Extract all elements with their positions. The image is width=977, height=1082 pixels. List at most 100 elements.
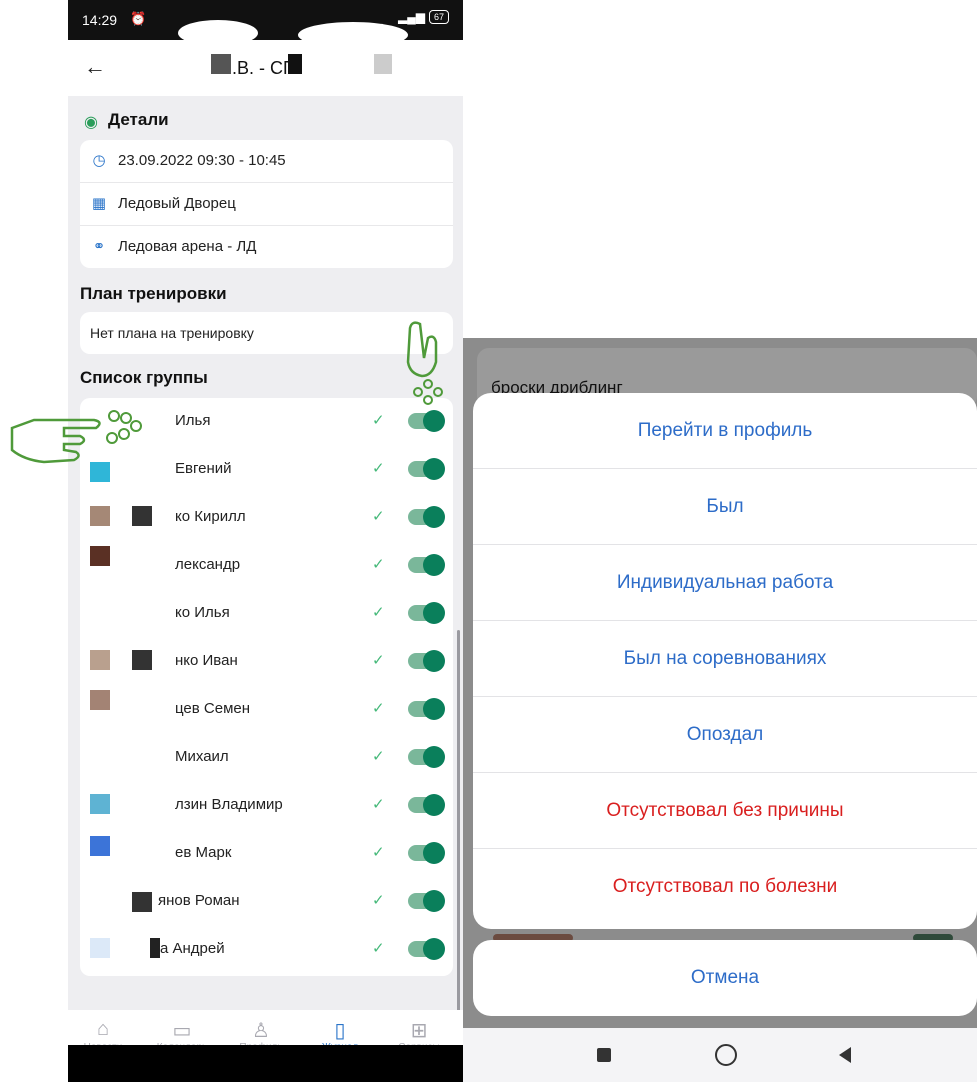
presence-toggle[interactable] bbox=[408, 698, 445, 720]
eye-icon: ◉ bbox=[84, 114, 98, 131]
presence-toggle[interactable] bbox=[408, 890, 445, 912]
left-phone-screen: 14:29 ⏰ ▂▄▆ 67 ← .В. - СП ◉ Детали ◷ 23.… bbox=[68, 0, 463, 1082]
check-icon: ✓ bbox=[372, 604, 385, 621]
redaction bbox=[150, 938, 160, 958]
link-icon: ⚭ bbox=[92, 238, 106, 255]
check-icon: ✓ bbox=[372, 796, 385, 813]
member-name: цев Семен bbox=[175, 700, 251, 717]
details-row-venue: ▦ Ледовый Дворец bbox=[80, 183, 453, 226]
check-icon: ✓ bbox=[372, 892, 385, 909]
presence-toggle[interactable] bbox=[408, 794, 445, 816]
member-row[interactable]: янов Роман ✓ bbox=[80, 878, 453, 926]
presence-toggle[interactable] bbox=[408, 458, 445, 480]
app-bar: ← .В. - СП bbox=[68, 40, 463, 96]
redaction bbox=[288, 54, 302, 74]
redaction bbox=[132, 650, 152, 670]
details-row-time: ◷ 23.09.2022 09:30 - 10:45 bbox=[80, 140, 453, 183]
right-phone-screen: броски дриблинг Перейти в профиль Был Ин… bbox=[463, 338, 977, 1082]
back-triangle-icon[interactable] bbox=[839, 1047, 851, 1063]
cancel-button[interactable]: Отмена bbox=[473, 940, 977, 1016]
status-bar: 14:29 ⏰ ▂▄▆ 67 bbox=[68, 0, 463, 48]
avatar bbox=[90, 690, 110, 710]
details-title: Детали bbox=[108, 110, 169, 129]
member-name: Илья bbox=[175, 412, 211, 429]
member-name: Михаил bbox=[175, 748, 229, 765]
member-row[interactable]: цев Семен ✓ bbox=[80, 686, 453, 734]
system-navigation-bar bbox=[463, 1028, 977, 1082]
action-individual-work[interactable]: Индивидуальная работа bbox=[473, 545, 977, 621]
scrollbar[interactable] bbox=[457, 630, 460, 1020]
back-arrow-icon[interactable]: ← bbox=[84, 54, 106, 80]
journal-icon: ▯ bbox=[334, 1020, 346, 1042]
action-sheet: Перейти в профиль Был Индивидуальная раб… bbox=[473, 393, 977, 929]
presence-toggle[interactable] bbox=[408, 746, 445, 768]
presence-toggle[interactable] bbox=[408, 410, 445, 432]
action-absent-no-reason[interactable]: Отсутствовал без причины bbox=[473, 773, 977, 849]
avatar bbox=[90, 836, 110, 856]
profile-icon: ♙ bbox=[252, 1020, 270, 1042]
member-name: лзин Владимир bbox=[175, 796, 283, 813]
home-icon: ⌂ bbox=[96, 1018, 110, 1040]
home-button-icon[interactable] bbox=[715, 1044, 737, 1066]
presence-toggle[interactable] bbox=[408, 842, 445, 864]
member-name: ко Кирилл bbox=[175, 508, 246, 525]
check-icon: ✓ bbox=[372, 412, 385, 429]
avatar bbox=[90, 938, 110, 958]
pointing-hand-icon bbox=[406, 321, 443, 405]
member-row[interactable]: ев Марк ✓ bbox=[80, 830, 453, 878]
check-icon: ✓ bbox=[372, 748, 385, 765]
action-open-profile[interactable]: Перейти в профиль bbox=[473, 393, 977, 469]
check-icon: ✓ bbox=[372, 460, 385, 477]
member-row[interactable]: нко Иван ✓ bbox=[80, 638, 453, 686]
page-title: .В. - СП bbox=[232, 58, 296, 78]
member-row[interactable]: Михаил ✓ bbox=[80, 734, 453, 782]
signal-icon: ▂▄▆ bbox=[398, 10, 425, 24]
details-row-arena: ⚭ Ледовая арена - ЛД bbox=[80, 226, 453, 268]
plan-card[interactable]: Нет плана на тренировку bbox=[80, 312, 453, 354]
redaction bbox=[374, 54, 392, 74]
member-name: лександр bbox=[175, 556, 241, 573]
redaction bbox=[211, 54, 231, 74]
plan-title: План тренировки bbox=[80, 284, 227, 303]
action-absent-sick[interactable]: Отсутствовал по болезни bbox=[473, 849, 977, 925]
presence-toggle[interactable] bbox=[408, 506, 445, 528]
check-icon: ✓ bbox=[372, 700, 385, 717]
check-icon: ✓ bbox=[372, 940, 385, 957]
action-late[interactable]: Опоздал bbox=[473, 697, 977, 773]
action-was-present[interactable]: Был bbox=[473, 469, 977, 545]
alarm-icon: ⏰ bbox=[130, 11, 147, 26]
system-bar bbox=[68, 1045, 463, 1082]
recent-apps-icon[interactable] bbox=[597, 1048, 611, 1062]
battery-level: 67 bbox=[428, 10, 449, 24]
grid-icon: ⊞ bbox=[410, 1020, 428, 1042]
presence-toggle[interactable] bbox=[408, 938, 445, 960]
calendar-icon: ▭ bbox=[172, 1020, 192, 1042]
presence-toggle[interactable] bbox=[408, 602, 445, 624]
redaction bbox=[132, 892, 152, 912]
check-icon: ✓ bbox=[372, 508, 385, 525]
clock-icon: ◷ bbox=[92, 152, 106, 169]
avatar bbox=[90, 794, 110, 814]
check-icon: ✓ bbox=[372, 556, 385, 573]
member-name: Евгений bbox=[175, 460, 232, 477]
details-venue-text: Ледовый Дворец bbox=[118, 195, 236, 212]
details-arena-text: Ледовая арена - ЛД bbox=[118, 238, 257, 255]
member-name: ев Марк bbox=[175, 844, 232, 861]
member-row[interactable]: лзин Владимир ✓ bbox=[80, 782, 453, 830]
member-name: а Андрей bbox=[160, 940, 225, 957]
pointing-hand-icon bbox=[10, 410, 142, 464]
member-name: нко Иван bbox=[175, 652, 238, 669]
presence-toggle[interactable] bbox=[408, 650, 445, 672]
details-card: ◷ 23.09.2022 09:30 - 10:45 ▦ Ледовый Дво… bbox=[80, 140, 453, 268]
avatar bbox=[90, 650, 110, 670]
details-time-text: 23.09.2022 09:30 - 10:45 bbox=[118, 152, 286, 169]
check-icon: ✓ bbox=[372, 652, 385, 669]
plan-text: Нет плана на тренировку bbox=[90, 325, 254, 341]
check-icon: ✓ bbox=[372, 844, 385, 861]
action-at-competition[interactable]: Был на соревнованиях bbox=[473, 621, 977, 697]
presence-toggle[interactable] bbox=[408, 554, 445, 576]
member-row[interactable]: а Андрей ✓ bbox=[80, 926, 453, 974]
building-icon: ▦ bbox=[91, 195, 107, 212]
group-title: Список группы bbox=[80, 368, 208, 387]
member-name: янов Роман bbox=[158, 892, 240, 909]
